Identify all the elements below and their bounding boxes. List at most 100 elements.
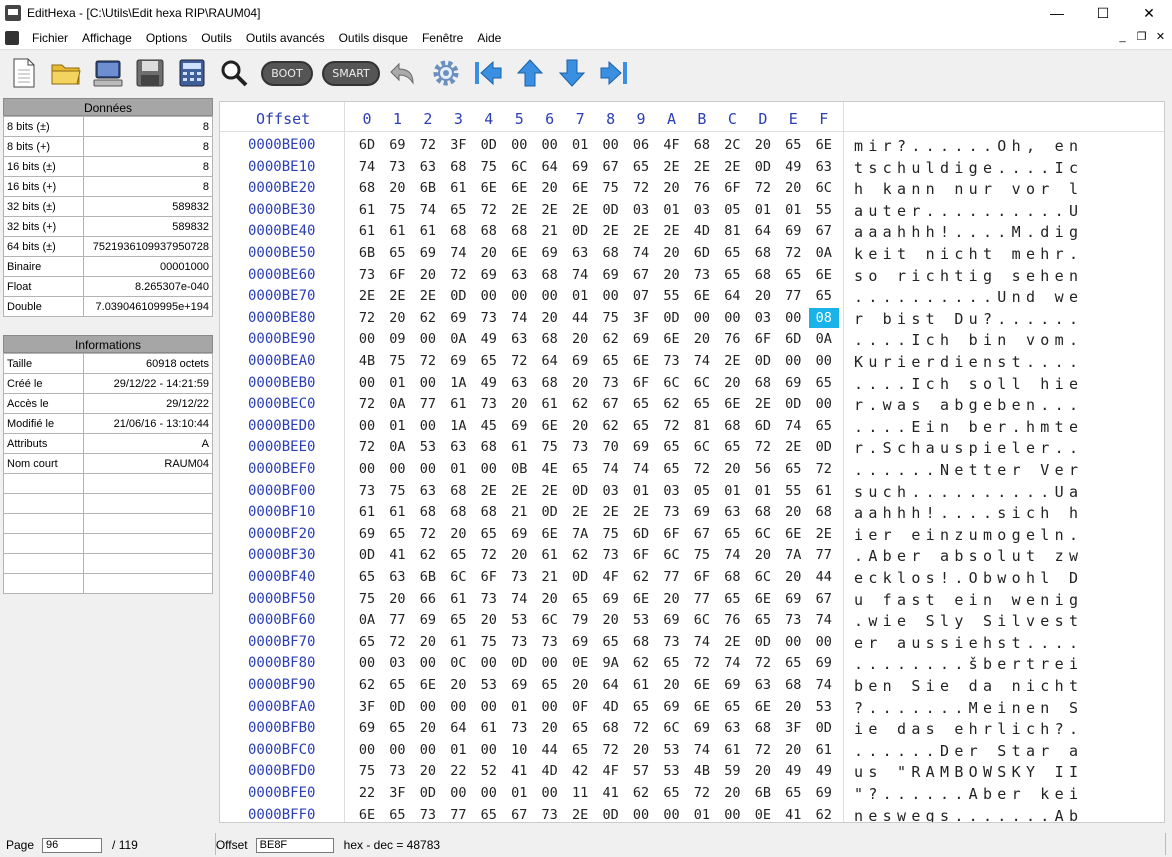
hex-byte[interactable]: 0D	[748, 634, 778, 650]
hex-byte[interactable]: 63	[504, 267, 534, 283]
hex-byte[interactable]: 00	[535, 699, 565, 715]
hex-byte[interactable]: 77	[382, 612, 412, 628]
hex-byte[interactable]: 00	[352, 742, 382, 758]
hex-byte[interactable]: 68	[443, 223, 473, 239]
hex-byte[interactable]: 00	[443, 785, 473, 801]
hex-byte[interactable]: 00	[413, 742, 443, 758]
hex-byte[interactable]: 75	[535, 439, 565, 455]
hex-byte[interactable]: 69	[504, 526, 534, 542]
hex-byte[interactable]: 69	[626, 331, 656, 347]
hex-byte[interactable]: 65	[778, 267, 808, 283]
page-up-button[interactable]	[512, 55, 548, 91]
hex-byte[interactable]: 75	[352, 763, 382, 779]
hex-byte[interactable]: 20	[474, 612, 504, 628]
hex-byte[interactable]: 0D	[565, 223, 595, 239]
hex-byte[interactable]: 4D	[535, 763, 565, 779]
calculator-button[interactable]	[174, 55, 210, 91]
ascii-text[interactable]: auter..........U	[854, 202, 1083, 220]
hex-byte[interactable]: 72	[748, 180, 778, 196]
hex-byte[interactable]: 2E	[565, 202, 595, 218]
hex-byte[interactable]: 75	[474, 634, 504, 650]
hex-byte[interactable]: 20	[413, 267, 443, 283]
ascii-text[interactable]: so richtig sehen	[854, 267, 1083, 285]
hex-byte[interactable]: 00	[535, 655, 565, 671]
hex-byte[interactable]: 72	[352, 439, 382, 455]
hex-byte[interactable]: 69	[596, 267, 626, 283]
hex-byte[interactable]: 73	[657, 353, 687, 369]
hex-byte[interactable]: 20	[657, 591, 687, 607]
hex-byte[interactable]: 2E	[717, 159, 747, 175]
hex-byte[interactable]: 69	[474, 267, 504, 283]
hex-byte[interactable]: 2E	[352, 288, 382, 304]
hex-byte[interactable]: 0D	[474, 137, 504, 153]
hex-byte[interactable]: 65	[474, 353, 504, 369]
hex-byte[interactable]: 4F	[657, 137, 687, 153]
doc-restore-button[interactable]: ❐	[1134, 30, 1149, 45]
hex-byte[interactable]: 00	[413, 461, 443, 477]
hex-byte[interactable]: 69	[657, 699, 687, 715]
hex-byte[interactable]: 68	[413, 504, 443, 520]
hex-byte[interactable]: 0D	[565, 483, 595, 499]
hex-byte[interactable]: 63	[717, 504, 747, 520]
hex-byte[interactable]: 72	[687, 461, 717, 477]
hex-byte[interactable]: 0D	[596, 202, 626, 218]
hex-byte[interactable]: 72	[474, 202, 504, 218]
hex-byte[interactable]: 73	[474, 591, 504, 607]
hex-byte[interactable]: 6E	[504, 245, 534, 261]
hex-byte[interactable]: 6E	[748, 699, 778, 715]
hex-byte[interactable]: 67	[504, 807, 534, 822]
hex-byte[interactable]: 0A	[809, 245, 839, 261]
hex-byte[interactable]: 72	[687, 785, 717, 801]
hex-byte[interactable]: 68	[748, 267, 778, 283]
ascii-text[interactable]: ....Ich bin vom.	[854, 331, 1083, 349]
hex-byte[interactable]: 0D	[443, 288, 473, 304]
hex-byte[interactable]: 77	[809, 547, 839, 563]
doc-minimize-button[interactable]: _	[1115, 30, 1130, 45]
hex-byte[interactable]: 73	[504, 634, 534, 650]
hex-byte[interactable]: 00	[443, 699, 473, 715]
hex-byte[interactable]: 74	[717, 547, 747, 563]
hex-byte[interactable]: 68	[535, 267, 565, 283]
hex-byte[interactable]: 20	[717, 785, 747, 801]
menu-outils[interactable]: Outils	[194, 31, 239, 45]
hex-byte[interactable]: 63	[504, 375, 534, 391]
hex-byte[interactable]: 44	[535, 742, 565, 758]
hex-byte[interactable]: 20	[535, 720, 565, 736]
undo-button[interactable]	[386, 55, 422, 91]
hex-byte[interactable]: 00	[809, 634, 839, 650]
hex-byte[interactable]: 72	[504, 353, 534, 369]
hex-byte[interactable]: 65	[443, 202, 473, 218]
hex-byte[interactable]: 1A	[443, 418, 473, 434]
hex-byte[interactable]: 2E	[565, 504, 595, 520]
hex-byte[interactable]: 00	[657, 807, 687, 822]
hex-byte[interactable]: 68	[443, 483, 473, 499]
hex-byte[interactable]: 65	[778, 655, 808, 671]
hex-byte[interactable]: 69	[596, 591, 626, 607]
hex-byte[interactable]: 61	[504, 439, 534, 455]
hex-byte[interactable]: 74	[626, 245, 656, 261]
hex-byte[interactable]: 68	[535, 331, 565, 347]
hex-byte[interactable]: 6E	[504, 180, 534, 196]
hex-byte[interactable]: 73	[474, 396, 504, 412]
hex-byte[interactable]: 00	[809, 396, 839, 412]
hex-byte[interactable]: 6D	[352, 137, 382, 153]
hex-byte[interactable]: 69	[809, 655, 839, 671]
hex-byte[interactable]: 20	[748, 547, 778, 563]
hex-byte[interactable]: 00	[474, 699, 504, 715]
hex-byte[interactable]: 73	[687, 267, 717, 283]
hex-byte[interactable]: 77	[413, 396, 443, 412]
hex-byte[interactable]: 69	[382, 137, 412, 153]
hex-byte[interactable]: 63	[504, 331, 534, 347]
hex-byte[interactable]: 00	[474, 655, 504, 671]
hex-byte[interactable]: 61	[352, 223, 382, 239]
hex-byte[interactable]: 6E	[748, 591, 778, 607]
hex-byte[interactable]: 69	[809, 785, 839, 801]
hex-byte[interactable]: 00	[352, 418, 382, 434]
hex-byte[interactable]: 4D	[596, 699, 626, 715]
hex-byte[interactable]: 69	[504, 677, 534, 693]
computer-button[interactable]	[90, 55, 126, 91]
hex-byte[interactable]: 00	[535, 785, 565, 801]
hex-byte[interactable]: 0C	[443, 655, 473, 671]
hex-byte[interactable]: 20	[382, 180, 412, 196]
hex-byte[interactable]: 75	[382, 483, 412, 499]
